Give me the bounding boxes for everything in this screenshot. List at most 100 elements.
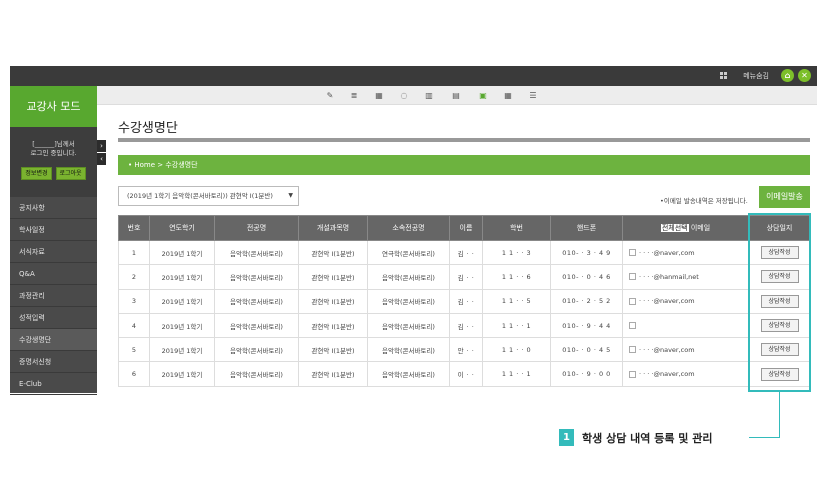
grid-icon[interactable]: ▦: [375, 91, 383, 100]
row-name: 이 · ·: [449, 361, 483, 387]
home-icon[interactable]: ⌂: [781, 69, 794, 82]
calendar-icon[interactable]: ▦: [504, 91, 512, 100]
row-name: 안 · ·: [449, 337, 483, 363]
top-bar: 메뉴숨김 ⌂ ✕: [10, 66, 817, 86]
sidebar-item-roster[interactable]: 수강생명단: [10, 329, 97, 351]
menu-grid-icon[interactable]: [720, 72, 727, 79]
sidebar-title: 교강사 모드: [10, 86, 97, 127]
row-major: 음악학(콘서바토리): [214, 264, 299, 290]
table-icon[interactable]: ▤: [452, 91, 460, 100]
sidebar-collapse-icon[interactable]: ›: [97, 140, 106, 152]
pencil-icon[interactable]: ✎: [326, 91, 334, 100]
email-note: •이메일 발송내역은 저장됩니다.: [660, 197, 748, 205]
col-no: 번호: [118, 215, 150, 241]
send-email-button[interactable]: 이메일발송: [759, 186, 810, 208]
sidebar-item-notice[interactable]: 공지사항: [10, 197, 97, 219]
sidebar-item-certificate[interactable]: 증명서신청: [10, 351, 97, 373]
row-course: 관현악 I(1분반): [298, 264, 368, 290]
table-row: 3 2019년 1학기 음악학(콘서바토리) 관현악 I(1분반) 음악학(콘서바토리)…: [118, 288, 811, 314]
row-name: 김 · ·: [449, 288, 483, 314]
col-term: 연도학기: [149, 215, 215, 241]
row-course: 관현악 I(1분반): [298, 361, 368, 387]
row-dept: 음악학(콘서바토리): [367, 288, 450, 314]
row-major: 음악학(콘서바토리): [214, 288, 299, 314]
sidebar-item-eclub[interactable]: E-Club: [10, 373, 97, 395]
logout-button[interactable]: 로그아웃: [55, 167, 86, 180]
row-dept: 음악학(콘서바토리): [367, 312, 450, 339]
close-icon[interactable]: ✕: [798, 69, 811, 82]
row-phone: 010- · 9 · 4 4: [550, 312, 623, 339]
row-checkbox[interactable]: [629, 249, 636, 257]
sidebar-item-qna[interactable]: Q&A: [10, 263, 97, 285]
chevron-down-icon: ▼: [288, 192, 293, 199]
login-user: [______]님께서: [32, 140, 75, 148]
table-header-row: 번호 연도학기 전공명 개설과목명 소속전공명 이름 학번 핸드폰 전체선택 이…: [118, 215, 811, 241]
row-no: 6: [118, 361, 150, 387]
row-name: 김 · ·: [449, 264, 483, 290]
page-title: 수강생명단: [118, 121, 178, 136]
callout-number: 1: [559, 429, 574, 446]
row-dept: 연극학(콘서바토리): [367, 239, 450, 266]
row-student-id: 1 1 · · 1: [482, 312, 551, 339]
callout-connector-h: [749, 437, 780, 438]
row-email: · · · ·@naver,com: [639, 345, 695, 354]
row-checkbox[interactable]: [629, 370, 636, 378]
row-email-cell: · · · ·@naver,com: [622, 337, 749, 363]
row-email-cell: · · · ·@naver,com: [622, 288, 749, 314]
sidebar: 교강사 모드 [______]님께서 로그인 중입니다. 정보변경 로그아웃 ›…: [10, 86, 106, 395]
sidebar-item-forms[interactable]: 서식자료: [10, 241, 97, 263]
sidebar-item-grades[interactable]: 성적입력: [10, 307, 97, 329]
col-email: 전체선택 이메일: [622, 215, 749, 241]
hide-menu-link[interactable]: 메뉴숨김: [743, 71, 769, 81]
row-no: 2: [118, 264, 150, 290]
row-email: · · · ·@naver,com: [639, 248, 695, 257]
row-student-id: 1 1 · · 1: [482, 361, 551, 387]
row-major: 음악학(콘서바토리): [214, 337, 299, 363]
stack-icon[interactable]: ☰: [529, 91, 537, 100]
row-email: · · · ·@naver,com: [639, 297, 695, 306]
edit-info-button[interactable]: 정보변경: [21, 167, 52, 180]
course-select[interactable]: (2019년 1학기 음악학(콘서바토리)) 관현악 I(1분반) ▼: [118, 186, 299, 206]
roster-table: 번호 연도학기 전공명 개설과목명 소속전공명 이름 학번 핸드폰 전체선택 이…: [118, 215, 811, 387]
row-student-id: 1 1 · · 0: [482, 337, 551, 363]
col-dept: 소속전공명: [367, 215, 450, 241]
row-checkbox[interactable]: [629, 297, 636, 305]
breadcrumb: • Home > 수강생명단: [118, 155, 810, 175]
row-student-id: 1 1 · · 5: [482, 288, 551, 314]
table-row: 6 2019년 1학기 음악학(콘서바토리) 관현악 I(1분반) 음악학(콘서바토리)…: [118, 361, 811, 387]
row-phone: 010- · 0 · 4 6: [550, 264, 623, 290]
row-dept: 음악학(콘서바토리): [367, 361, 450, 387]
col-phone: 핸드폰: [550, 215, 623, 241]
row-term: 2019년 1학기: [149, 288, 215, 314]
row-name: 김 · ·: [449, 312, 483, 339]
sidebar-item-course-manage[interactable]: 과정관리: [10, 285, 97, 307]
sidebar-expand-icon[interactable]: ‹: [97, 153, 106, 165]
sidebar-item-schedule[interactable]: 학사일정: [10, 219, 97, 241]
row-term: 2019년 1학기: [149, 264, 215, 290]
row-term: 2019년 1학기: [149, 361, 215, 387]
row-email: · · · ·@hanmail,net: [639, 272, 699, 281]
row-phone: 010- · 9 · 0 0: [550, 361, 623, 387]
row-email: · · · ·@naver,com: [639, 370, 695, 379]
toolbar: ✎ ≣ ▦ ◌ ▥ ▤ ▣ ▦ ☰: [97, 86, 817, 105]
row-checkbox[interactable]: [629, 273, 636, 281]
row-student-id: 1 1 · · 3: [482, 239, 551, 266]
select-all-button[interactable]: 전체선택: [660, 224, 689, 232]
row-course: 관현악 I(1분반): [298, 312, 368, 339]
row-major: 음악학(콘서바토리): [214, 361, 299, 387]
row-checkbox[interactable]: [629, 346, 636, 354]
list-icon[interactable]: ≣: [350, 91, 358, 100]
row-name: 김 · ·: [449, 239, 483, 266]
login-status: [______]님께서 로그인 중입니다. 정보변경 로그아웃: [10, 127, 97, 197]
table-row: 1 2019년 1학기 음악학(콘서바토리) 관현악 I(1분반) 연극학(콘서바토리)…: [118, 239, 811, 266]
row-checkbox[interactable]: [629, 322, 636, 330]
document-icon[interactable]: ▣: [479, 91, 487, 100]
row-email-cell: · · · ·@naver,com: [622, 239, 749, 266]
table-row: 2 2019년 1학기 음악학(콘서바토리) 관현악 I(1분반) 음악학(콘서바토리)…: [118, 264, 811, 290]
book-icon[interactable]: ▥: [425, 91, 433, 100]
row-student-id: 1 1 · · 6: [482, 264, 551, 290]
row-dept: 음악학(콘서바토리): [367, 337, 450, 363]
row-major: 음악학(콘서바토리): [214, 239, 299, 266]
chat-icon[interactable]: ◌: [400, 91, 408, 100]
roster-body: 1 2019년 1학기 음악학(콘서바토리) 관현악 I(1분반) 연극학(콘서바토리)…: [118, 239, 811, 387]
